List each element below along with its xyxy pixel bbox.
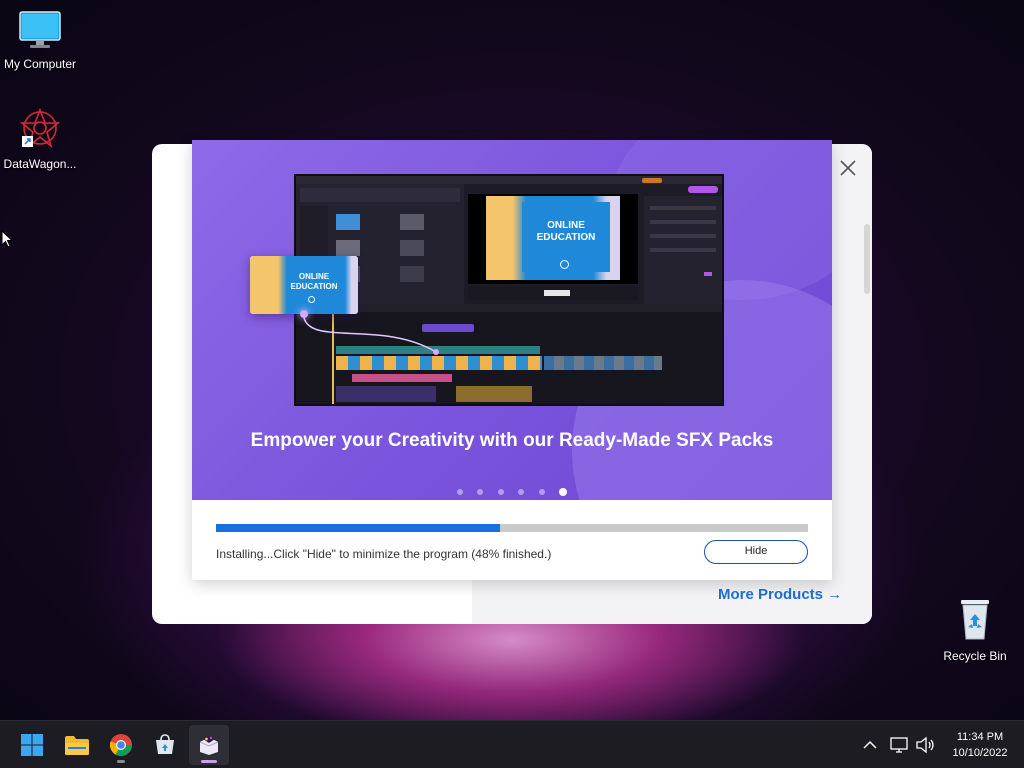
datawagon-icon xyxy=(19,107,61,149)
chrome-icon xyxy=(109,734,132,756)
taskbar-chrome[interactable] xyxy=(101,725,141,765)
desktop-icon-datawagon[interactable]: DataWagon... xyxy=(0,106,80,171)
install-progress-bar xyxy=(216,524,808,532)
taskbar-installer-app[interactable] xyxy=(189,725,229,765)
desktop-icon-label: My Computer xyxy=(3,57,77,71)
file-explorer-icon xyxy=(65,736,89,755)
monitor-icon xyxy=(19,11,61,48)
clock-date: 10/10/2022 xyxy=(952,747,1008,759)
more-products-link[interactable]: More Products → xyxy=(718,586,842,603)
desktop-icon-label: Recycle Bin xyxy=(943,649,1007,663)
promo-banner: ONLINE EDUCATION ONLINE EDUCATION Empowe… xyxy=(192,140,832,500)
taskbar: 11:34 PM 10/10/2022 xyxy=(0,720,1024,768)
taskbar-clock[interactable]: 11:34 PM 10/10/2022 xyxy=(940,729,1020,761)
install-progress-fill xyxy=(216,524,501,532)
windows-start-icon xyxy=(21,734,43,756)
carousel-dot[interactable] xyxy=(538,488,545,495)
hide-button[interactable]: Hide xyxy=(704,540,808,564)
desktop-icon-recycle-bin[interactable]: Recycle Bin xyxy=(935,596,1015,663)
install-status-text: Installing...Click "Hide" to minimize th… xyxy=(216,547,552,561)
promo-title: Empower your Creativity with our Ready-M… xyxy=(250,430,774,451)
installer-app-icon xyxy=(199,736,219,755)
network-icon[interactable] xyxy=(888,734,910,756)
scrollbar-thumb[interactable] xyxy=(864,224,870,294)
mouse-cursor-icon xyxy=(1,230,13,248)
chevron-up-icon[interactable] xyxy=(858,733,882,757)
carousel-dot[interactable] xyxy=(497,488,504,495)
connector-line xyxy=(303,317,439,355)
desktop-icon-my-computer[interactable]: My Computer xyxy=(0,10,80,71)
carousel-dots xyxy=(192,483,832,500)
preview-main-text: ONLINE EDUCATION xyxy=(536,220,596,243)
clock-time: 11:34 PM xyxy=(956,731,1004,743)
preview-card-text: ONLINE EDUCATION xyxy=(290,272,338,291)
video-editor-preview: ONLINE EDUCATION xyxy=(294,174,724,406)
carousel-dot[interactable] xyxy=(456,488,463,495)
start-button[interactable] xyxy=(12,725,52,765)
desktop-icon-label: DataWagon... xyxy=(3,157,77,171)
preview-card: ONLINE EDUCATION xyxy=(250,256,358,314)
close-icon[interactable] xyxy=(836,156,860,180)
system-tray xyxy=(858,721,936,768)
installer-card: ONLINE EDUCATION ONLINE EDUCATION Empowe… xyxy=(192,140,832,580)
store-icon xyxy=(156,734,174,754)
carousel-dot[interactable] xyxy=(477,488,484,495)
installer-dialog: ONLINE EDUCATION ONLINE EDUCATION Empowe… xyxy=(152,140,872,624)
volume-icon[interactable] xyxy=(914,734,936,756)
carousel-dot-active[interactable] xyxy=(559,487,568,496)
carousel-dot[interactable] xyxy=(518,488,525,495)
taskbar-store[interactable] xyxy=(145,725,185,765)
recycle-bin-icon xyxy=(961,600,989,640)
taskbar-file-explorer[interactable] xyxy=(57,725,97,765)
